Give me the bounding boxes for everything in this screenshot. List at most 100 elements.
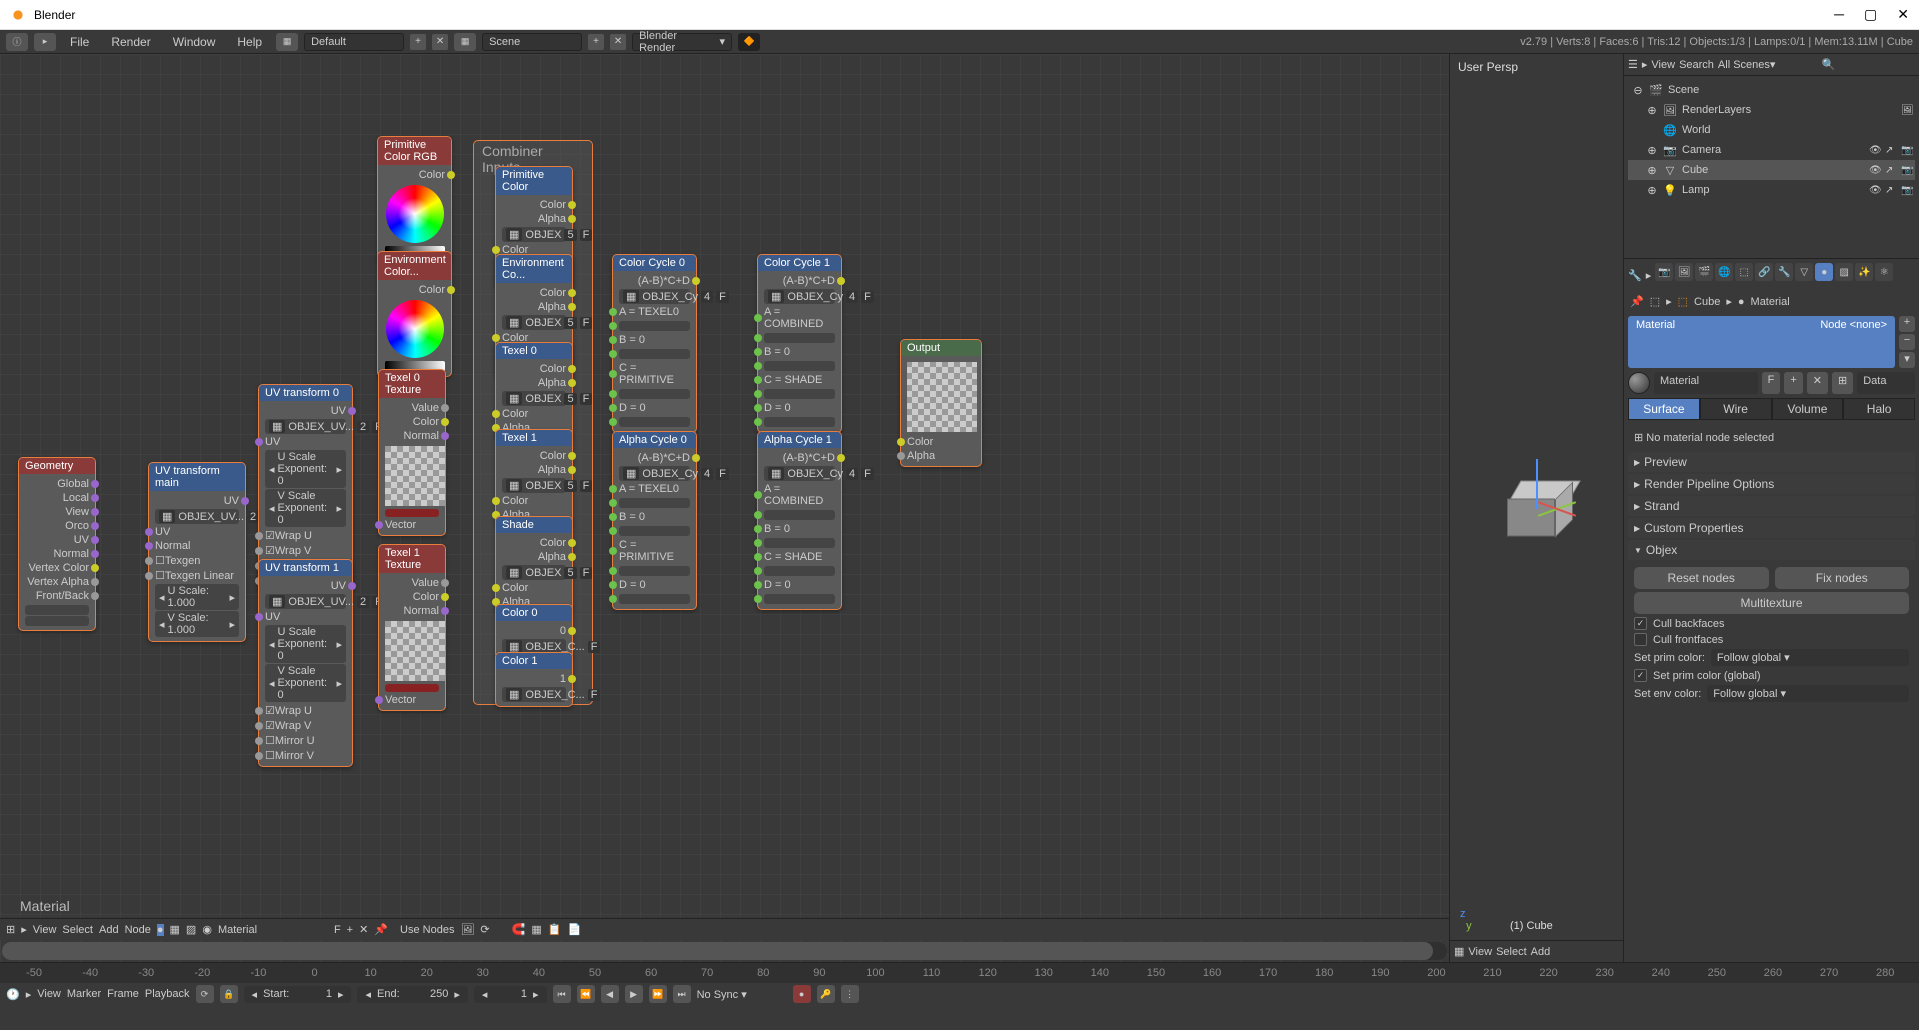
fix-nodes-button[interactable]: Fix nodes <box>1775 567 1910 589</box>
socket-normal[interactable]: Normal <box>25 547 89 561</box>
snap-icon[interactable]: 🧲 <box>512 923 526 936</box>
socket-uv-out[interactable]: UV <box>265 404 346 418</box>
menu-frame[interactable]: Frame <box>107 988 139 1000</box>
socket-a[interactable]: A = TEXEL0 <box>619 305 690 319</box>
screen-layout-dropdown[interactable]: Default <box>304 33 404 51</box>
socket-result[interactable]: (A-B)*C+D <box>764 451 835 465</box>
socket-normal[interactable]: Normal <box>385 604 439 618</box>
material-slot[interactable]: Material Node <none> <box>1628 316 1895 368</box>
browse-field[interactable]: ▦OBJEX_Cy4F <box>764 289 835 304</box>
menu-add[interactable]: Add <box>99 924 119 936</box>
menu-file[interactable]: File <box>62 33 97 51</box>
socket-color[interactable]: Color <box>502 198 566 212</box>
u-exp[interactable]: ◂ U Scale Exponent: 0 ▸ <box>265 625 346 663</box>
texture-preview[interactable] <box>385 621 445 681</box>
timeline-ruler[interactable]: -50-40-30-20-100102030405060708090100110… <box>0 963 1919 983</box>
wrapv[interactable]: ☑ Wrap V <box>265 718 346 733</box>
browse-field[interactable]: ▦OBJEX5F <box>502 391 566 406</box>
tab-world-icon[interactable]: 🌐 <box>1715 263 1733 281</box>
menu-select[interactable]: Select <box>62 924 93 936</box>
socket-b[interactable]: B = 0 <box>619 510 690 524</box>
delete-scene-button[interactable]: ✕ <box>610 34 626 50</box>
socket-d[interactable]: D = 0 <box>764 578 835 592</box>
node-color1[interactable]: Color 1 1 ▦OBJEX_C...F <box>495 652 573 707</box>
panel-custom-props[interactable]: Custom Properties <box>1628 518 1915 538</box>
panel-objex[interactable]: Objex <box>1628 540 1915 560</box>
tab-constraint-icon[interactable]: 🔗 <box>1755 263 1773 281</box>
socket-color[interactable]: Color <box>502 362 566 376</box>
node-color-cycle1[interactable]: Color Cycle 1 (A-B)*C+D ▦OBJEX_Cy4F A = … <box>757 254 842 433</box>
socket-vertex-alpha[interactable]: Vertex Alpha <box>25 575 89 589</box>
delete-layout-button[interactable]: ✕ <box>432 34 448 50</box>
outliner-item[interactable]: ⊕📷Camera👁↗📷 <box>1628 140 1915 160</box>
socket-uv-out[interactable]: UV <box>265 579 346 593</box>
delete-button[interactable]: ✕ <box>359 923 368 936</box>
menu-help[interactable]: Help <box>229 33 270 51</box>
editor-type-icon[interactable]: 🕐 <box>6 988 20 1001</box>
link-dropdown[interactable]: Data <box>1857 372 1915 394</box>
play-icon[interactable]: ▶ <box>625 985 643 1003</box>
socket-d[interactable]: D = 0 <box>619 578 690 592</box>
node-color0[interactable]: Color 0 0 ▦OBJEX_C...F <box>495 604 573 659</box>
multitexture-button[interactable]: Multitexture <box>1634 592 1909 614</box>
socket-value[interactable]: Value <box>385 401 439 415</box>
browse-field[interactable]: ▦OBJEX_Cy4F <box>619 466 690 481</box>
socket-color[interactable]: Color <box>907 435 975 449</box>
menu-render[interactable]: Render <box>103 33 158 51</box>
socket-b[interactable]: B = 0 <box>764 345 835 359</box>
current-frame-field[interactable]: ◂ 1 ▸ <box>474 986 547 1003</box>
f-button[interactable]: F <box>334 924 341 936</box>
add-mat-button[interactable]: + <box>1784 372 1802 394</box>
editor-type-icon[interactable]: ⊞ <box>6 923 15 936</box>
jump-start-icon[interactable]: ⏮ <box>553 985 571 1003</box>
material-sphere-icon[interactable]: ◉ <box>202 923 212 936</box>
close-button[interactable]: ✕ <box>1897 6 1909 23</box>
env-color-dropdown[interactable]: Follow global ▾ <box>1707 685 1909 702</box>
material-slot-list[interactable]: Material Node <none> + − ▾ <box>1628 316 1915 368</box>
range-icon[interactable]: ⟳ <box>196 985 214 1003</box>
texture-icon[interactable]: ▨ <box>186 923 196 936</box>
socket-global[interactable]: Global <box>25 477 89 491</box>
end-frame-field[interactable]: ◂ End: 250 ▸ <box>357 986 467 1003</box>
tab-volume[interactable]: Volume <box>1772 398 1844 420</box>
node-header[interactable]: Alpha Cycle 1 <box>758 432 841 448</box>
backdrop-icon[interactable]: 🖼 <box>460 923 474 936</box>
color-wheel[interactable] <box>386 300 444 358</box>
node-header[interactable]: UV transform main <box>149 463 245 491</box>
socket-normal-in[interactable]: Normal <box>155 539 239 553</box>
menu-window[interactable]: Window <box>165 33 224 51</box>
browse-field[interactable]: ▦OBJEX_Cy4F <box>619 289 690 304</box>
add-slot-button[interactable]: + <box>1899 316 1915 332</box>
texture-preview[interactable] <box>385 446 445 506</box>
reset-nodes-button[interactable]: Reset nodes <box>1634 567 1769 589</box>
u-exp[interactable]: ◂ U Scale Exponent: 0 ▸ <box>265 450 346 488</box>
slot-menu-button[interactable]: ▾ <box>1899 352 1915 368</box>
menu-view[interactable]: View <box>1651 59 1675 71</box>
node-geometry[interactable]: Geometry Global Local View Orco UV Norma… <box>18 457 96 631</box>
outliner-item[interactable]: ⊕💡Lamp👁↗📷 <box>1628 180 1915 200</box>
socket-d[interactable]: D = 0 <box>764 401 835 415</box>
geo-field1[interactable] <box>25 605 89 615</box>
socket-normal[interactable]: Normal <box>385 429 439 443</box>
shader-type-icon[interactable]: ● <box>157 924 164 936</box>
node-uv1[interactable]: UV transform 1 UV ▦OBJEX_UV...2F UV ◂ U … <box>258 559 353 767</box>
tex-slot[interactable] <box>385 509 439 517</box>
node-header[interactable]: UV transform 1 <box>259 560 352 576</box>
socket-color[interactable]: 0 <box>502 624 566 638</box>
socket-alpha[interactable]: Alpha <box>502 300 566 314</box>
socket-texgen[interactable]: ☐ Texgen <box>155 553 239 568</box>
remove-slot-button[interactable]: − <box>1899 334 1915 350</box>
add-layout-button[interactable]: + <box>410 34 426 50</box>
maximize-button[interactable]: ▢ <box>1864 6 1877 23</box>
socket-uv-in[interactable]: UV <box>265 610 346 624</box>
socket-a[interactable]: A = TEXEL0 <box>619 482 690 496</box>
node-header[interactable]: Primitive Color <box>496 167 572 195</box>
socket-a[interactable]: A = COMBINED <box>764 305 835 331</box>
menu-marker[interactable]: Marker <box>67 988 101 1000</box>
browse-field[interactable]: ▦OBJEX_UV...2F <box>265 594 346 609</box>
outliner-tree[interactable]: ⊖🎬Scene⊕🖼RenderLayers🖼🌐World⊕📷Camera👁↗📷⊕… <box>1624 76 1919 204</box>
editor-type-icon[interactable]: ☰ <box>1628 58 1638 71</box>
socket-frontback[interactable]: Front/Back <box>25 589 89 603</box>
render-engine-dropdown[interactable]: Blender Render▾ <box>632 33 732 51</box>
node-header[interactable]: Geometry <box>19 458 95 474</box>
